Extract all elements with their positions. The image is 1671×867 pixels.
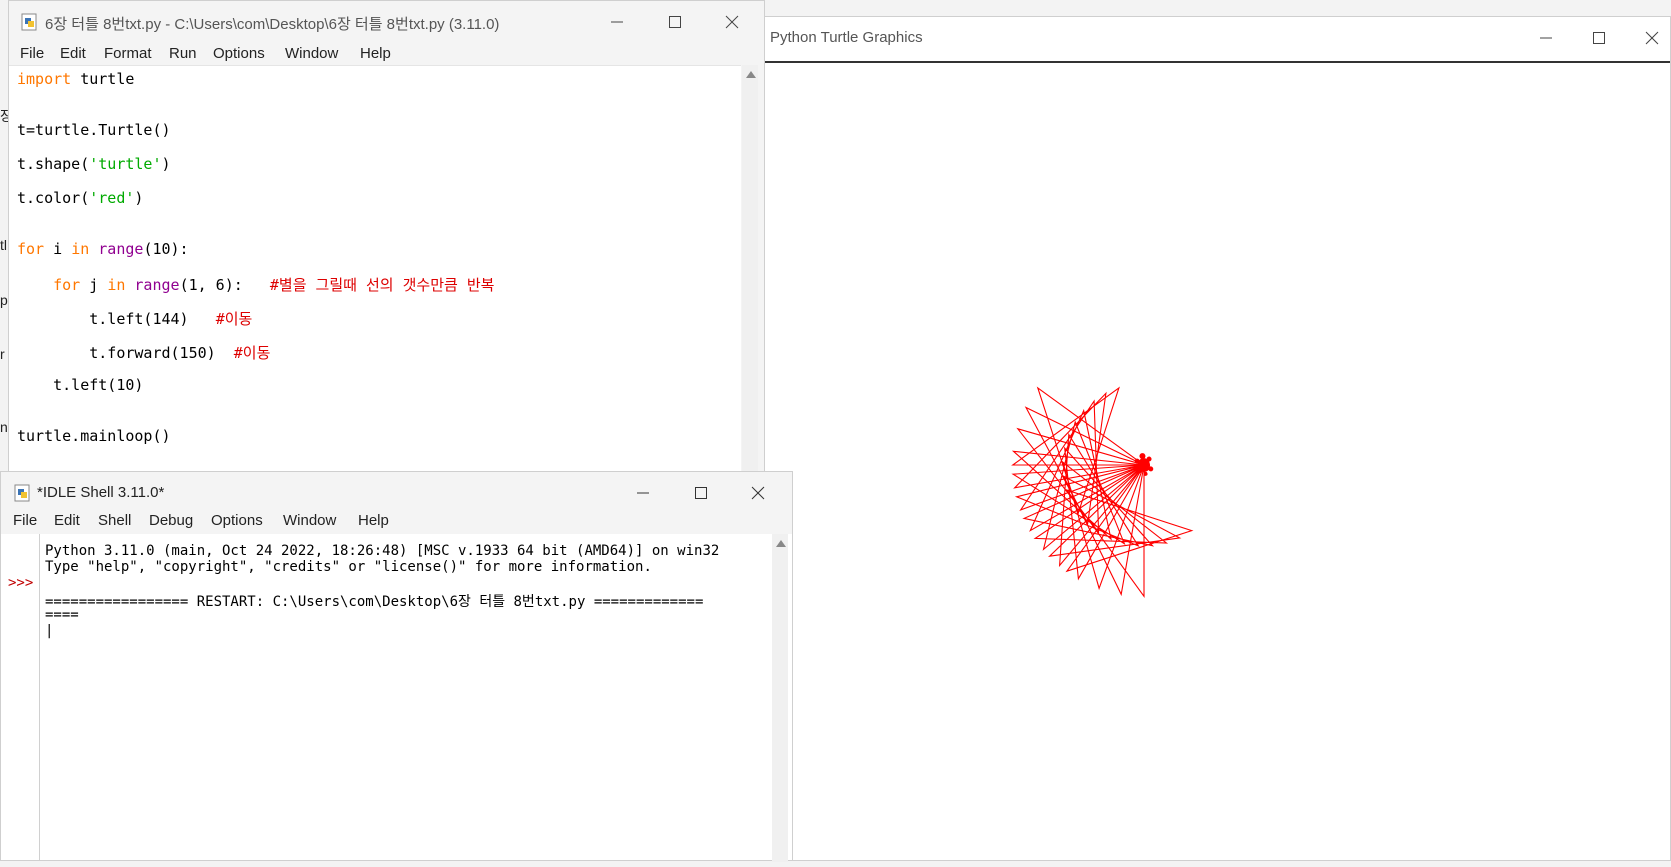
shell-menubar: File Edit Shell Debug Options Window Hel… (1, 508, 792, 534)
editor-titlebar[interactable]: 6장 터틀 8번txt.py - C:\Users\com\Desktop\6장… (9, 1, 764, 41)
shell-scrollbar[interactable] (772, 534, 788, 862)
turtle-maximize-button[interactable] (1579, 23, 1619, 53)
editor-window-title: 6장 터틀 8번txt.py - C:\Users\com\Desktop\6장… (45, 16, 500, 33)
turtle-minimize-button[interactable] (1526, 23, 1566, 53)
peek-glyph-4: r (0, 346, 5, 362)
menu-edit[interactable]: Edit (60, 45, 86, 62)
maximize-icon (1593, 32, 1605, 44)
turtle-close-button[interactable] (1632, 23, 1671, 53)
code-line-2: t=turtle.Turtle() (17, 121, 171, 139)
shell-cursor[interactable]: | (45, 623, 53, 639)
turtle-window-title: Python Turtle Graphics (770, 29, 923, 46)
code-line-7: t.left(144) #이동 (17, 310, 253, 328)
menu-help[interactable]: Help (358, 512, 389, 529)
scroll-up-icon[interactable] (746, 71, 756, 78)
shell-window[interactable]: *IDLE Shell 3.11.0* File Edit Shell Debu… (0, 471, 793, 862)
python-file-icon (21, 13, 37, 31)
turtle-star-path (1011, 386, 1194, 598)
code-line-3: t.shape('turtle') (17, 155, 171, 173)
turtle-titlebar[interactable]: Python Turtle Graphics (764, 17, 1670, 63)
menu-run[interactable]: Run (169, 45, 197, 62)
editor-scrollbar[interactable] (742, 65, 758, 476)
shell-maximize-button[interactable] (681, 478, 721, 508)
code-line-1: import turtle (17, 70, 135, 88)
minimize-icon (611, 21, 623, 23)
turtle-canvas[interactable] (764, 63, 1670, 860)
turtle-graphics-window[interactable]: Python Turtle Graphics (763, 16, 1671, 861)
code-line-4: t.color('red') (17, 189, 144, 207)
shell-close-button[interactable] (738, 478, 778, 508)
minimize-icon (637, 492, 649, 494)
close-icon (1645, 31, 1659, 45)
close-icon (751, 486, 765, 500)
code-line-8: t.forward(150) #이동 (17, 344, 271, 362)
editor-menubar: File Edit Format Run Options Window Help (9, 41, 764, 67)
shell-window-title: *IDLE Shell 3.11.0* (37, 484, 165, 501)
shell-banner-line-2: Type "help", "copyright", "credits" or "… (45, 559, 652, 575)
menu-shell[interactable]: Shell (98, 512, 131, 529)
maximize-icon (695, 487, 707, 499)
code-line-6: for j in range(1, 6): #별을 그릴때 선의 갯수만큼 반복 (53, 276, 495, 294)
menu-window[interactable]: Window (285, 45, 338, 62)
code-line-9: t.left(10) (17, 376, 144, 394)
code-editor[interactable]: import turtle t=turtle.Turtle() t.shape(… (9, 65, 741, 477)
menu-debug[interactable]: Debug (149, 512, 193, 529)
menu-edit[interactable]: Edit (54, 512, 80, 529)
menu-help[interactable]: Help (360, 45, 391, 62)
minimize-icon (1540, 37, 1552, 39)
editor-close-button[interactable] (712, 7, 752, 37)
menu-format[interactable]: Format (104, 45, 152, 62)
peek-glyph-5: n (0, 419, 8, 435)
menu-file[interactable]: File (20, 45, 44, 62)
editor-minimize-button[interactable] (597, 7, 637, 37)
shell-restart-wrap: ==== (45, 607, 79, 623)
code-line-10: turtle.mainloop() (17, 427, 171, 445)
scroll-up-icon[interactable] (776, 540, 786, 547)
shell-banner-line-1: Python 3.11.0 (main, Oct 24 2022, 18:26:… (45, 543, 720, 559)
close-icon (725, 15, 739, 29)
menu-file[interactable]: File (13, 512, 37, 529)
editor-maximize-button[interactable] (655, 7, 695, 37)
python-shell-icon (14, 484, 30, 502)
menu-options[interactable]: Options (211, 512, 263, 529)
code-line-5: for i in range(10): (17, 240, 189, 258)
shell-titlebar[interactable]: *IDLE Shell 3.11.0* (1, 472, 792, 512)
turtle-drawing (1011, 386, 1194, 598)
editor-window[interactable]: 6장 터틀 8번txt.py - C:\Users\com\Desktop\6장… (8, 0, 765, 477)
shell-prompt-gutter: >>> (1, 534, 40, 860)
menu-window[interactable]: Window (283, 512, 336, 529)
menu-options[interactable]: Options (213, 45, 265, 62)
shell-prompt: >>> (8, 575, 34, 591)
peek-glyph-2: tl (0, 237, 7, 253)
shell-output[interactable]: >>> Python 3.11.0 (main, Oct 24 2022, 18… (1, 534, 792, 860)
shell-minimize-button[interactable] (623, 478, 663, 508)
maximize-icon (669, 16, 681, 28)
shell-restart-line: ================= RESTART: C:\Users\com\… (45, 594, 704, 610)
